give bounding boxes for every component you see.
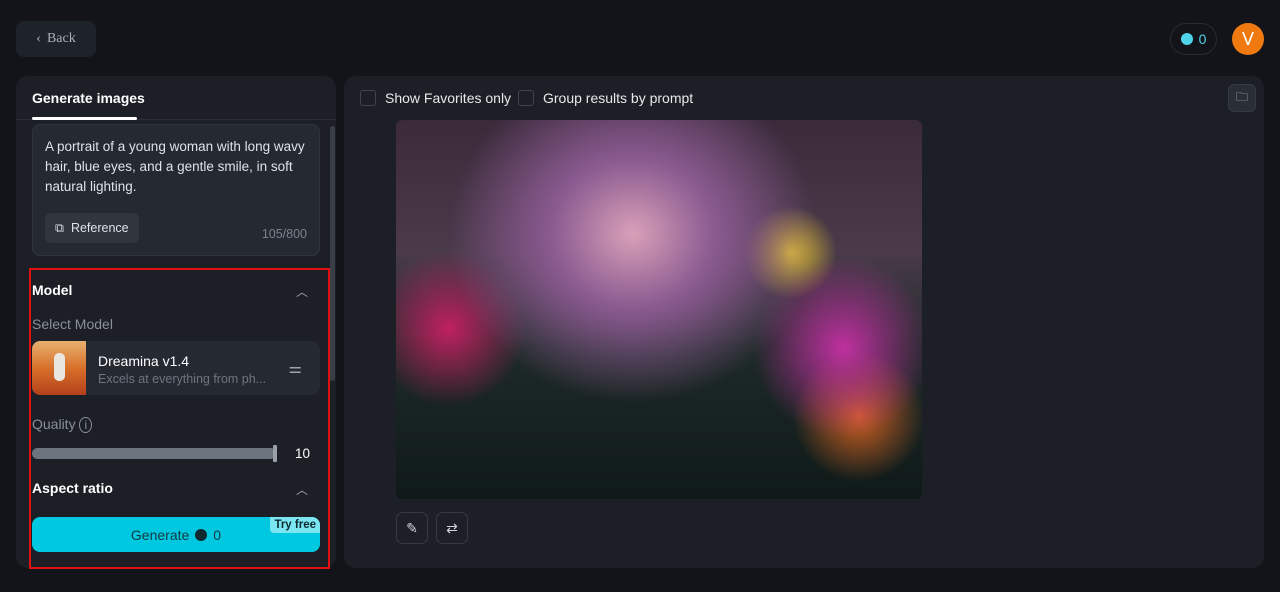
folder-icon[interactable]: 🗀 [1228,84,1256,112]
image-add-icon: ⧉ [55,220,64,235]
results-panel: Show Favorites only Group results by pro… [344,76,1264,568]
reference-button[interactable]: ⧉ Reference [45,213,139,243]
scrollbar[interactable] [330,126,335,381]
quality-slider-handle[interactable] [273,445,277,462]
select-model-label: Select Model [32,316,113,332]
generated-image[interactable] [396,120,922,499]
tab-generate-images[interactable]: Generate images [32,90,145,106]
aspect-ratio-title: Aspect ratio [32,480,113,496]
chevron-up-icon[interactable]: ︿ [296,481,308,498]
quality-slider[interactable] [32,448,276,459]
show-favorites-checkbox[interactable]: Show Favorites only [360,90,511,106]
credits-badge[interactable]: 0 [1170,23,1217,55]
generate-button[interactable]: Generate 0 Try free [32,517,320,552]
checkbox[interactable] [360,90,376,106]
avatar[interactable]: V [1232,23,1264,55]
settings-sliders-icon[interactable]: ⚌ [289,359,302,377]
model-description: Excels at everything from ph... [98,372,267,386]
tab-bar: Generate images [16,76,336,120]
info-icon[interactable]: i [79,417,93,433]
prompt-text[interactable]: A portrait of a young woman with long wa… [45,137,310,197]
group-by-prompt-checkbox[interactable]: Group results by prompt [518,90,693,106]
tab-underline [32,117,137,120]
model-selector[interactable]: Dreamina v1.4 Excels at everything from … [32,341,320,395]
model-section-title: Model [32,282,73,298]
try-free-badge: Try free [270,517,320,533]
chevron-up-icon[interactable]: ︿ [296,283,308,300]
prompt-input[interactable]: A portrait of a young woman with long wa… [32,124,320,256]
credit-coin-icon [195,528,208,541]
quality-label: Quality i [32,416,93,433]
checkbox[interactable] [518,90,534,106]
regenerate-icon[interactable]: ⇄ [436,512,468,544]
model-thumbnail [32,341,86,395]
credit-coin-icon [1180,33,1193,45]
chevron-left-icon: ‹ [36,31,41,46]
back-button[interactable]: ‹ Back [16,21,96,57]
quality-value: 10 [295,446,311,461]
char-count: 105/800 [261,227,307,241]
edit-pencil-icon[interactable]: ✎ [396,512,428,544]
model-name: Dreamina v1.4 [98,353,190,369]
